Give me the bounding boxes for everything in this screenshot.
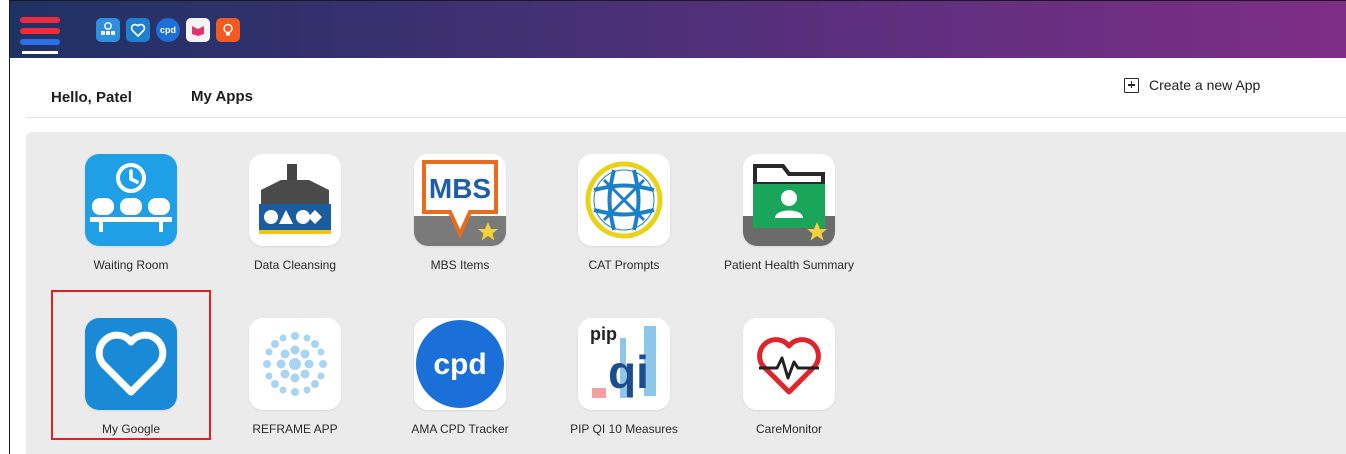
add-square-icon (1124, 77, 1139, 93)
app-label: CAT Prompts (588, 258, 660, 272)
top-bar: cpd (10, 1, 1346, 58)
folder-user-icon (743, 154, 835, 246)
svg-text:qi: qi (608, 346, 649, 398)
quick-heart-icon[interactable] (126, 18, 150, 42)
apps-panel: Waiting Room Data Cleansing MBS MBS Item… (26, 132, 1346, 454)
quick-idea-icon[interactable] (216, 18, 240, 42)
app-tile-cat-prompts[interactable]: CAT Prompts (544, 154, 704, 272)
app-tile-mbs-items[interactable]: MBS MBS Items (380, 154, 540, 272)
app-label: REFRAME APP (252, 422, 338, 436)
app-window: cpd Hello, Patel My Apps Create a new Ap… (9, 0, 1346, 454)
selection-highlight (51, 290, 211, 440)
app-label: AMA CPD Tracker (411, 422, 509, 436)
app-label: CareMonitor (755, 422, 823, 436)
app-tile-caremonitor[interactable]: CareMonitor (709, 318, 869, 436)
reframe-icon (249, 318, 341, 410)
waiting-room-icon (85, 154, 177, 246)
app-tile-pip-qi[interactable]: pip qi PIP QI 10 Measures (544, 318, 704, 436)
svg-text:MBS: MBS (429, 173, 491, 204)
app-tile-waiting-room[interactable]: Waiting Room (51, 154, 211, 272)
app-label: PIP QI 10 Measures (570, 422, 678, 436)
app-tile-ama-cpd-tracker[interactable]: cpd AMA CPD Tracker (380, 318, 540, 436)
app-label: Data Cleansing (253, 258, 337, 272)
pipqi-icon: pip qi (578, 318, 670, 410)
svg-text:cpd: cpd (433, 348, 486, 381)
svg-text:pip: pip (590, 324, 617, 344)
quick-reframe-icon[interactable] (186, 18, 210, 42)
cat-prompts-icon (578, 154, 670, 246)
app-tile-reframe-app[interactable]: REFRAME APP (215, 318, 375, 436)
app-label: Waiting Room (93, 258, 169, 272)
quick-waiting-room-icon[interactable] (96, 18, 120, 42)
header-divider (26, 117, 1346, 118)
create-app-label: Create a new App (1149, 77, 1261, 93)
menu-icon[interactable] (20, 15, 60, 54)
heartbeat-icon (743, 318, 835, 410)
quick-cpd-icon[interactable]: cpd (156, 18, 180, 42)
app-tile-data-cleansing[interactable]: Data Cleansing (215, 154, 375, 272)
cpd-icon: cpd (414, 318, 506, 410)
app-label: Patient Health Summary (723, 258, 855, 272)
data-cleansing-icon (249, 154, 341, 246)
app-tile-patient-health-summary[interactable]: Patient Health Summary (709, 154, 869, 272)
mbs-icon: MBS (414, 154, 506, 246)
my-apps-tab[interactable]: My Apps (191, 88, 253, 105)
create-app-button[interactable]: Create a new App (1124, 77, 1260, 93)
greeting-text: Hello, Patel (51, 89, 132, 106)
app-label: MBS Items (430, 258, 490, 272)
